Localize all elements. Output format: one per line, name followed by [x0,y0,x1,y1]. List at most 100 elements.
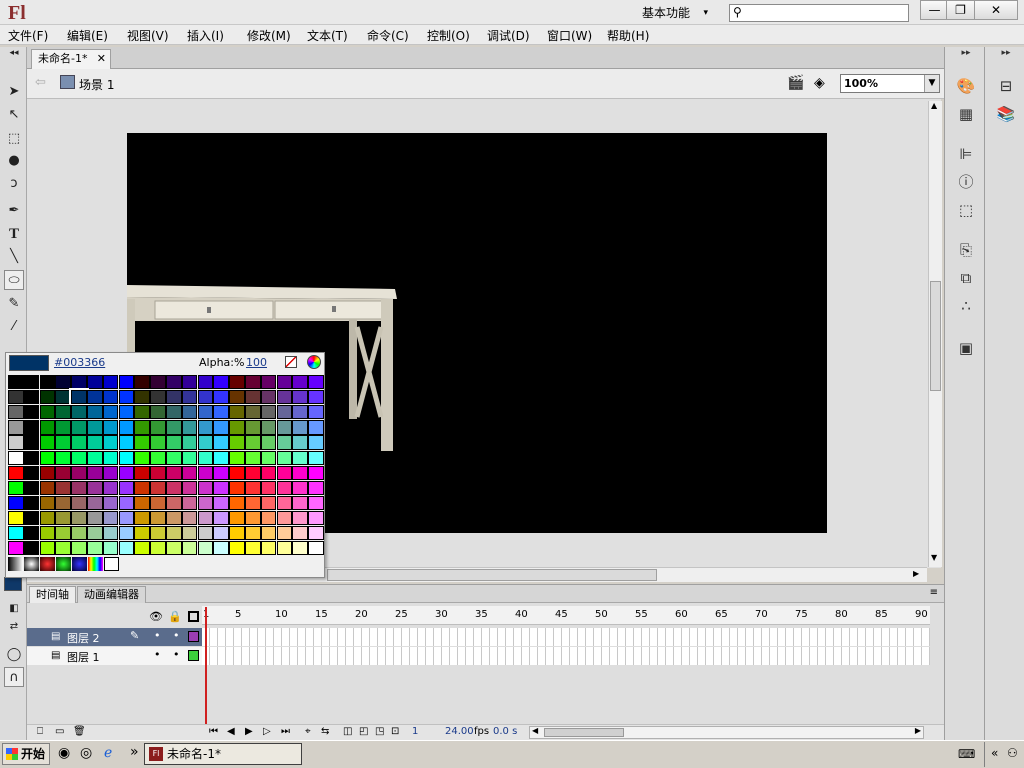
network-icon[interactable]: ⚇ [1007,746,1018,760]
color-swatch-cell[interactable] [102,420,119,435]
color-swatch-cell[interactable] [102,465,119,480]
color-swatch-cell[interactable] [292,375,308,390]
color-swatch-cell[interactable] [197,510,214,526]
color-swatch-cell[interactable] [71,465,87,480]
color-swatch-cell[interactable] [276,450,293,465]
color-swatch-cell[interactable] [229,405,245,420]
color-swatch-cell[interactable] [102,375,119,390]
radial-blue-swatch[interactable] [72,557,87,571]
color-swatch-cell[interactable] [213,495,229,511]
back-arrow-icon[interactable]: ⇦ [35,75,46,90]
frame-rate[interactable]: 24.00 [445,726,474,737]
lock-dot[interactable]: • [173,629,180,642]
color-swatch-cell[interactable] [150,405,166,420]
color-swatch-cell[interactable] [181,435,198,450]
color-swatch-cell[interactable] [229,480,245,495]
color-swatch-cell[interactable] [71,405,87,420]
scroll-left-icon[interactable]: ◀ [532,726,538,735]
color-swatch-cell[interactable] [245,465,261,480]
color-swatch-cell[interactable] [166,450,182,465]
color-swatch-cell[interactable] [23,480,40,495]
lasso-tool-icon[interactable]: ↄ [4,174,24,194]
color-swatch-cell[interactable] [87,405,103,420]
color-swatch-cell[interactable] [292,390,308,405]
color-swatch-cell[interactable] [245,480,261,495]
color-swatch-cell[interactable] [260,480,277,495]
color-swatch-cell[interactable] [308,465,324,480]
onion-markers-icon[interactable]: ⊡ [391,726,399,737]
color-swatch-cell[interactable] [39,465,56,480]
color-swatch-cell[interactable] [118,541,135,556]
color-swatch-cell[interactable] [260,390,277,405]
free-transform-tool-icon[interactable]: ⬚ [4,129,24,149]
color-swatch-cell[interactable] [8,495,24,511]
color-swatch-cell[interactable] [87,375,103,390]
color-swatch-cell[interactable] [166,480,182,495]
color-swatch-cell[interactable] [276,526,293,541]
lock-icon[interactable]: 🔒 [168,610,182,623]
color-swatch-cell[interactable] [292,541,308,556]
color-swatch-cell[interactable] [134,480,150,495]
menu-view[interactable]: 视图(V) [127,27,169,44]
color-swatch-cell[interactable] [181,375,198,390]
color-swatch-cell[interactable] [197,435,214,450]
color-swatch-cell[interactable] [260,420,277,435]
color-swatch-cell[interactable] [118,450,135,465]
taskbar-item-flash[interactable]: Fl 未命名-1* [144,743,302,765]
color-swatch-cell[interactable] [308,450,324,465]
color-swatch-cell[interactable] [23,450,40,465]
color-swatch-cell[interactable] [118,405,135,420]
pencil-tool-icon[interactable]: ✎ [4,294,24,314]
ie-icon[interactable]: ℯ [104,745,112,761]
eye-icon[interactable]: 👁 [149,610,163,623]
linear-gradient-swatch[interactable] [8,557,23,571]
motion-presets-icon[interactable]: ∴ [955,295,977,317]
restore-button[interactable]: ❐ [946,0,975,20]
color-swatch-cell[interactable] [118,465,135,480]
custom-swatch[interactable] [104,557,119,571]
color-swatch-cell[interactable] [292,450,308,465]
color-swatch-cell[interactable] [213,541,229,556]
menu-control[interactable]: 控制(O) [427,27,470,44]
gradient-swatches[interactable] [8,557,128,571]
browser-icon[interactable]: ◉ [58,745,70,761]
color-swatch-cell[interactable] [213,465,229,480]
visibility-dot[interactable]: • [154,648,161,661]
quicklaunch-icon[interactable]: ◎ [80,745,92,761]
color-swatch-cell[interactable] [260,541,277,556]
color-swatch-cell[interactable] [229,526,245,541]
color-swatch-cell[interactable] [229,541,245,556]
oval-tool-icon[interactable]: ⬭ [4,270,24,290]
pen-tool-icon[interactable]: ✒ [4,201,24,221]
selection-tool-icon[interactable]: ➤ [4,82,24,102]
color-swatch-cell[interactable] [102,526,119,541]
color-swatch-cell[interactable] [197,495,214,511]
color-swatch-cell[interactable] [102,405,119,420]
timeline-scroll-thumb[interactable] [544,728,624,737]
color-swatch-cell[interactable] [55,435,71,450]
color-swatch-cell[interactable] [292,405,308,420]
onion-skin-icon[interactable]: ◫ [343,726,352,737]
color-swatch-cell[interactable] [134,465,150,480]
color-swatch-cell[interactable] [71,526,87,541]
color-swatch-cell[interactable] [134,495,150,511]
color-swatch-cell[interactable] [213,450,229,465]
no-color-icon[interactable] [285,356,297,368]
color-swatch-cell[interactable] [260,405,277,420]
panel-menu-icon[interactable]: ≡ [930,587,938,598]
first-frame-icon[interactable]: ⏮ [209,726,218,737]
document-tab[interactable]: 未命名-1* ✕ [31,49,111,69]
color-swatch-cell[interactable] [276,541,293,556]
transform-panel-icon[interactable]: ⬚ [955,199,977,221]
color-swatch-cell[interactable] [87,435,103,450]
color-swatch-cell[interactable] [87,480,103,495]
color-swatch-cell[interactable] [87,390,103,405]
color-swatch-cell[interactable] [150,480,166,495]
tab-timeline[interactable]: 时间轴 [29,586,76,603]
color-grid[interactable] [8,375,324,556]
color-swatch-cell[interactable] [213,480,229,495]
color-swatch-cell[interactable] [55,405,71,420]
color-swatch-cell[interactable] [229,510,245,526]
3d-rotation-tool-icon[interactable]: ● [4,151,24,171]
menu-file[interactable]: 文件(F) [8,27,48,44]
